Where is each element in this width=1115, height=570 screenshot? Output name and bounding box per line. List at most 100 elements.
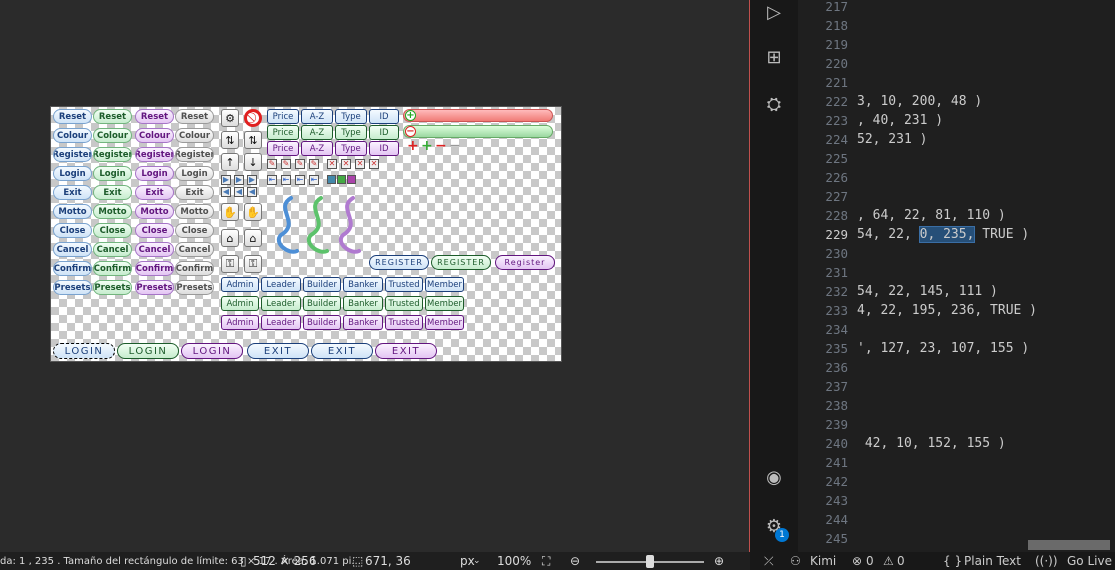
delete-user-icon[interactable]: ✕ <box>327 159 337 169</box>
role-leader-blue[interactable]: Leader <box>261 277 301 292</box>
color-swatch[interactable] <box>327 175 336 184</box>
confirm-button-blue[interactable]: Confirm <box>53 261 92 276</box>
role-banker-purple[interactable]: Banker <box>343 315 383 330</box>
colour-button-green[interactable]: Colour <box>93 128 132 143</box>
gear-icon[interactable]: ⚙ <box>221 109 239 127</box>
role-banker-blue[interactable]: Banker <box>343 277 383 292</box>
login-button-blue[interactable]: LOGIN <box>53 343 115 359</box>
arrow-up-icon[interactable]: ↑ <box>221 153 239 171</box>
exit-button-blue[interactable]: EXIT <box>311 343 373 359</box>
run-debug-icon[interactable]: ▷ <box>762 2 786 26</box>
zoom-level[interactable]: 100% <box>497 554 531 568</box>
hand-icon[interactable]: ✋ <box>221 203 239 221</box>
code-line[interactable]: 52, 231 ) <box>857 132 927 147</box>
role-builder-purple[interactable]: Builder <box>303 315 341 330</box>
sort-az-purple[interactable]: A-Z <box>301 141 333 156</box>
language-mode[interactable]: Plain Text <box>964 554 1021 568</box>
role-leader-purple[interactable]: Leader <box>261 315 301 330</box>
presets-button-purple[interactable]: Presets <box>135 280 174 295</box>
delete-user-icon[interactable]: ✕ <box>341 159 351 169</box>
role-trusted-blue[interactable]: Trusted <box>385 277 423 292</box>
code-line[interactable]: ', 127, 23, 107, 155 ) <box>857 341 1029 356</box>
code-line[interactable]: 4, 22, 195, 236, TRUE ) <box>857 303 1037 318</box>
kimi-label[interactable]: Kimi <box>810 554 836 568</box>
account-icon[interactable]: ◉ <box>762 467 786 491</box>
plus-icon[interactable]: + <box>405 110 416 121</box>
color-swatch[interactable] <box>337 175 346 184</box>
move-icon[interactable]: ⇤ <box>309 175 319 185</box>
sort-price-blue[interactable]: Price <box>267 109 299 124</box>
sort-id-purple[interactable]: ID <box>369 141 399 156</box>
key-icon[interactable]: ⚿ <box>221 255 239 273</box>
presets-button-blue[interactable]: Presets <box>53 280 92 295</box>
reset-button-gray[interactable]: Reset <box>175 109 214 124</box>
zoom-in-icon[interactable]: ⊕ <box>714 554 724 568</box>
braces-icon[interactable]: { } <box>943 554 962 568</box>
register-button-blue[interactable]: REGISTER <box>369 255 429 270</box>
edit-icon[interactable]: ✎ <box>281 159 291 169</box>
fit-icon[interactable]: ⛶ <box>542 554 550 569</box>
home-gray-icon[interactable]: ⌂ <box>244 229 262 247</box>
role-trusted-purple[interactable]: Trusted <box>385 315 423 330</box>
play-icon[interactable]: ▶ <box>221 175 231 185</box>
kimi-icon[interactable]: ⚇ <box>790 554 801 568</box>
role-admin-green[interactable]: Admin <box>221 296 259 311</box>
colour-button-gray[interactable]: Colour <box>175 128 214 143</box>
motto-button-blue[interactable]: Motto <box>53 204 92 219</box>
exit-button-purple[interactable]: Exit <box>135 185 174 200</box>
close-button-blue[interactable]: Close <box>53 223 92 238</box>
extensions-icon[interactable]: ⊞ <box>762 47 786 71</box>
chevron-down-icon[interactable]: ⌄ <box>473 556 481 566</box>
color-swatch[interactable] <box>347 175 356 184</box>
move-icon[interactable]: ⇤ <box>281 175 291 185</box>
key-dark-icon[interactable]: ⚿ <box>244 255 262 273</box>
sort-type-green[interactable]: Type <box>335 125 367 140</box>
delete-user-icon[interactable]: ✕ <box>369 159 379 169</box>
sort-az-green[interactable]: A-Z <box>301 125 333 140</box>
exit-button-purple[interactable]: EXIT <box>375 343 437 359</box>
code-line[interactable]: 42, 10, 152, 155 ) <box>857 436 1006 451</box>
role-banker-green[interactable]: Banker <box>343 296 383 311</box>
sort-gray-icon[interactable]: ⇅ <box>244 131 262 149</box>
sort-type-blue[interactable]: Type <box>335 109 367 124</box>
reset-button-blue[interactable]: Reset <box>53 109 92 124</box>
confirm-button-gray[interactable]: Confirm <box>175 261 214 276</box>
sort-az-blue[interactable]: A-Z <box>301 109 333 124</box>
sort-id-blue[interactable]: ID <box>369 109 399 124</box>
errors-count[interactable]: 0 <box>866 554 874 568</box>
cancel-button-purple[interactable]: Cancel <box>135 242 174 257</box>
python-icon[interactable]: ⛭ <box>762 94 786 118</box>
code-line[interactable]: , 40, 231 ) <box>857 113 943 128</box>
colour-button-purple[interactable]: Colour <box>135 128 174 143</box>
presets-button-green[interactable]: Presets <box>93 280 132 295</box>
exit-button-green[interactable]: Exit <box>93 185 132 200</box>
role-member-purple[interactable]: Member <box>425 315 464 330</box>
play-purple-icon[interactable]: ▶ <box>247 175 257 185</box>
broadcast-icon[interactable]: ((·)) <box>1035 554 1058 568</box>
role-leader-green[interactable]: Leader <box>261 296 301 311</box>
cancel-button-gray[interactable]: Cancel <box>175 242 214 257</box>
register-button-green[interactable]: Register <box>93 147 132 162</box>
code-editor[interactable]: 217 218 219 220 221 222 3, 10, 200, 48 ) 223 , 4… <box>798 0 1115 552</box>
cancel-button-green[interactable]: Cancel <box>93 242 132 257</box>
confirm-button-purple[interactable]: Confirm <box>135 261 174 276</box>
move-icon[interactable]: ⇤ <box>267 175 277 185</box>
arrow-down-icon[interactable]: ↓ <box>244 153 262 171</box>
hand-gray-icon[interactable]: ✋ <box>244 203 262 221</box>
zoom-slider-thumb[interactable] <box>646 555 654 568</box>
login-button-purple[interactable]: Login <box>135 166 174 181</box>
go-live[interactable]: Go Live <box>1067 554 1112 568</box>
role-trusted-green[interactable]: Trusted <box>385 296 423 311</box>
code-line[interactable]: , 64, 22, 81, 110 ) <box>857 208 1006 223</box>
home-icon[interactable]: ⌂ <box>221 229 239 247</box>
role-admin-blue[interactable]: Admin <box>221 277 259 292</box>
motto-button-green[interactable]: Motto <box>93 204 132 219</box>
warnings-count[interactable]: 0 <box>897 554 905 568</box>
no-entry-icon[interactable]: ⃠ <box>244 109 262 127</box>
delete-user-icon[interactable]: ✕ <box>355 159 365 169</box>
role-builder-green[interactable]: Builder <box>303 296 341 311</box>
code-line[interactable]: 54, 22, 145, 111 ) <box>857 284 998 299</box>
remote-icon[interactable]: ⤫ <box>764 554 774 569</box>
plus-red-icon[interactable]: + <box>407 139 419 153</box>
exit-button-light[interactable]: EXIT <box>247 343 309 359</box>
